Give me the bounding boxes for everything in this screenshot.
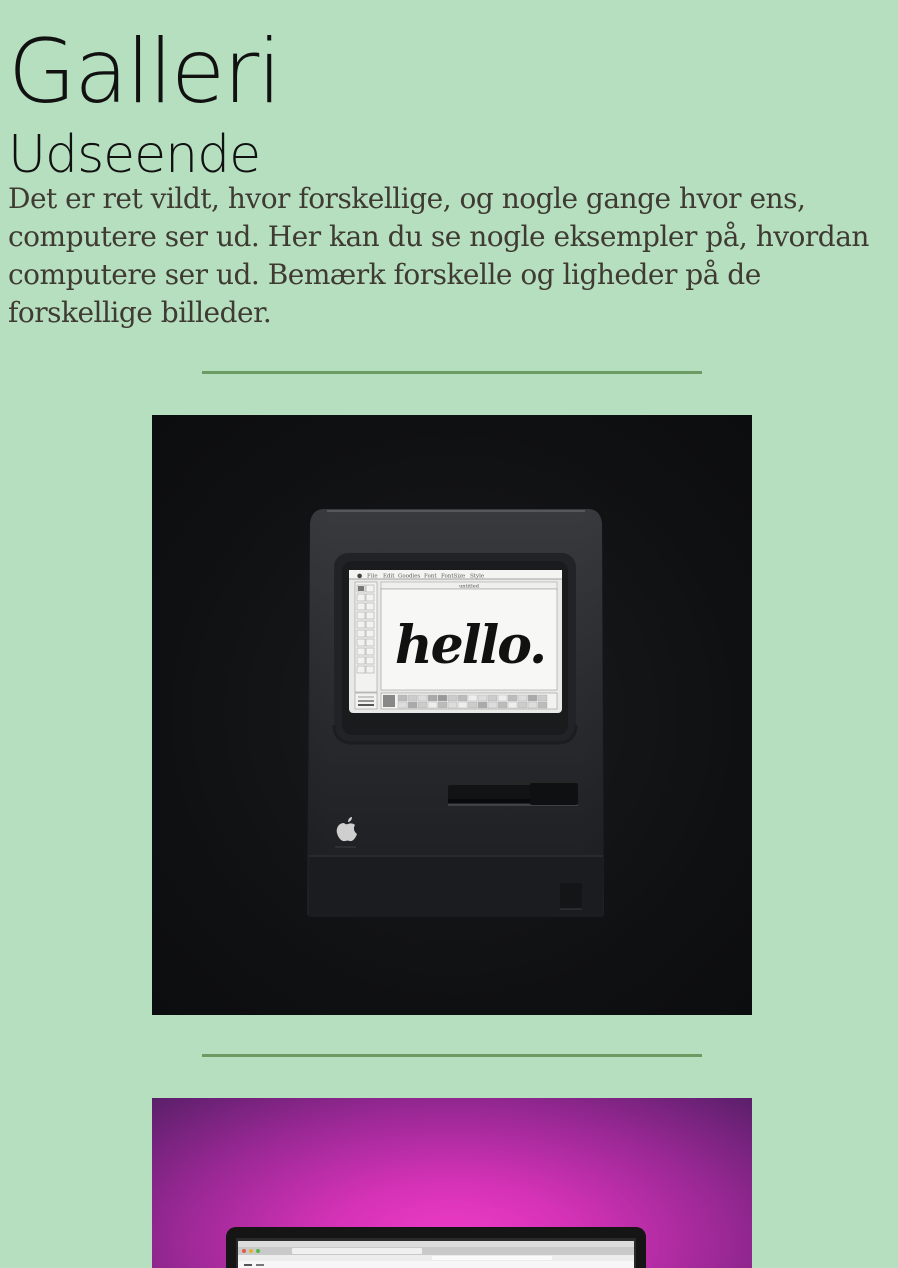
menu-fontsize: FontSize [441, 574, 465, 580]
classic-computer-illustration: ● File Edit Goodies Font FontSize Style … [307, 509, 604, 917]
laptop-icon [226, 1227, 646, 1268]
hello-screen-text: hello. [395, 615, 545, 676]
gallery-image-laptop [152, 1098, 752, 1268]
menu-style: Style [470, 574, 484, 580]
section-title: Udseende [8, 125, 261, 185]
divider [202, 1054, 702, 1057]
page-title: Galleri [8, 20, 282, 123]
menu-file: File [367, 574, 378, 580]
menu-font: Font [424, 574, 437, 580]
gallery-image-classic-computer: ● File Edit Goodies Font FontSize Style … [152, 415, 752, 1015]
menu-edit: Edit [383, 574, 395, 580]
intro-paragraph: Det er ret vildt, hvor forskellige, og n… [8, 182, 869, 329]
menu-goodies: Goodies [398, 574, 421, 580]
divider [202, 371, 702, 374]
svg-text:●: ● [357, 573, 362, 580]
